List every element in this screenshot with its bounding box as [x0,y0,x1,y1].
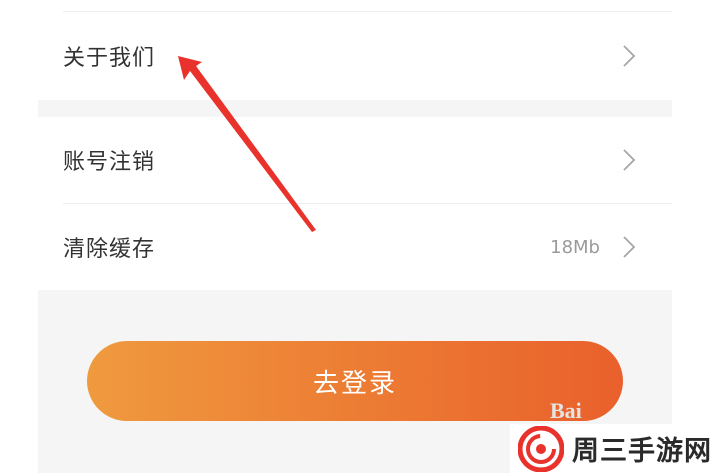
cache-size-value: 18Mb [550,236,600,258]
chevron-right-icon [623,149,636,171]
settings-item-label: 关于我们 [63,46,156,71]
settings-item-about-us[interactable]: 关于我们 [38,12,672,100]
login-button[interactable]: 去登录 [87,341,623,421]
section-gap [38,100,672,117]
watermark-text: 周三手游网 [572,436,712,467]
settings-item-label: 账号注销 [63,150,156,175]
chevron-right-icon [623,236,636,258]
chevron-right-icon [623,45,636,67]
settings-item-account-cancel[interactable]: 账号注销 [38,117,672,203]
settings-item-label: 清除缓存 [63,237,156,262]
settings-item-clear-cache[interactable]: 清除缓存 18Mb [38,204,672,290]
site-watermark: 周三手游网 [510,424,714,473]
baidu-watermark-text: Bai [550,398,582,423]
swirl-logo-icon [518,425,564,472]
settings-screen: 关于我们 账号注销 清除缓存 18Mb 去登录 Bai 周三手游网 [0,0,714,473]
